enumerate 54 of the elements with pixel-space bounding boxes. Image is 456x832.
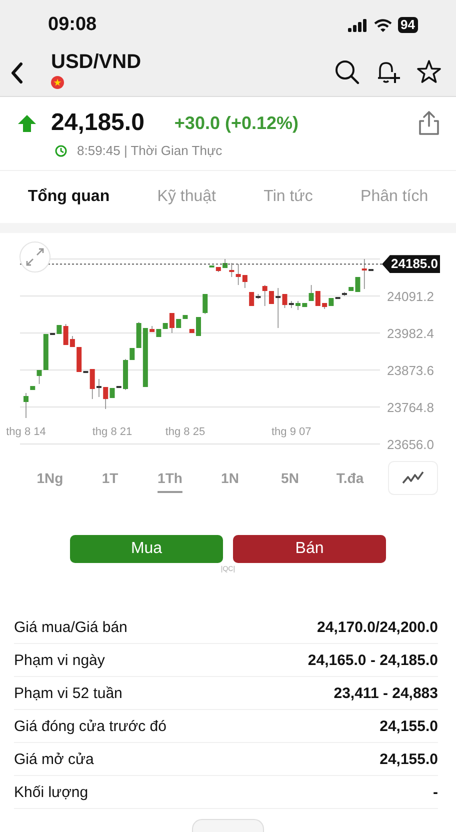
axis-label: 23656.0	[387, 436, 434, 453]
up-arrow-icon	[18, 114, 36, 132]
range-tab[interactable]: 1Th	[140, 464, 200, 492]
back-icon[interactable]	[10, 62, 24, 84]
expand-icon[interactable]	[19, 241, 51, 273]
wifi-icon	[374, 18, 392, 32]
signal-icon	[348, 18, 368, 32]
bell-plus-icon[interactable]	[375, 59, 401, 85]
tab[interactable]: Phân tích	[356, 182, 432, 212]
price-value: 24,185.0	[51, 109, 144, 137]
range-tab[interactable]: 1T	[80, 464, 140, 492]
stat-label: Giá đóng cửa trước đó	[14, 718, 166, 734]
update-time: 8:59:45 | Thời Gian Thực	[77, 143, 222, 158]
flag-icon	[51, 76, 64, 89]
axis-label: thg 8 21	[92, 425, 132, 439]
price-tag: 24185.0	[382, 255, 440, 274]
stat-label: Phạm vi ngày	[14, 652, 105, 668]
axis-label: thg 8 14	[6, 425, 46, 439]
axis-label: 23873.6	[387, 362, 434, 379]
stat-value: 24,155.0	[380, 750, 438, 768]
tab[interactable]: Kỹ thuật	[153, 182, 220, 212]
range-tab[interactable]: 1Ng	[20, 464, 80, 492]
axis-label: thg 8 25	[165, 425, 206, 439]
chart-type-button[interactable]	[388, 461, 438, 495]
stat-value: 24,155.0	[380, 718, 438, 734]
status-time: 09:08	[48, 14, 97, 36]
share-icon[interactable]	[418, 110, 440, 136]
stat-value: 24,170.0/24,200.0	[317, 618, 438, 636]
tab[interactable]: Tin tức	[260, 182, 317, 212]
stat-label: Giá mở cửa	[14, 750, 94, 768]
line-chart-icon	[402, 471, 424, 485]
search-icon[interactable]	[334, 59, 360, 85]
clock-icon	[55, 144, 67, 156]
buy-button[interactable]: Mua	[70, 535, 223, 563]
sell-button[interactable]: Bán	[233, 535, 386, 563]
instrument-title: USD/VND	[51, 50, 142, 74]
axis-label: 23764.8	[387, 399, 434, 416]
stat-value: 24,165.0 - 24,185.0	[308, 652, 438, 668]
battery-level: 94	[398, 17, 418, 33]
stat-label: Khối lượng	[14, 784, 88, 800]
stat-label: Phạm vi 52 tuần	[14, 684, 122, 702]
axis-label: thg 9 07	[272, 425, 312, 439]
axis-label: 24091.2	[387, 288, 434, 305]
range-tab[interactable]: 1N	[200, 464, 260, 492]
price-change: +30.0 (+0.12%)	[174, 112, 300, 134]
range-tab[interactable]: 5N	[260, 464, 320, 492]
drawer-handle[interactable]	[192, 819, 264, 832]
axis-label: 23982.4	[387, 325, 434, 342]
stat-value: -	[433, 784, 438, 800]
range-tab[interactable]: T.đa	[320, 464, 380, 492]
star-icon[interactable]	[416, 59, 442, 85]
stat-label: Giá mua/Giá bán	[14, 618, 128, 636]
tab[interactable]: Tổng quan	[24, 182, 114, 212]
stat-value: 23,411 - 24,883	[334, 684, 438, 702]
